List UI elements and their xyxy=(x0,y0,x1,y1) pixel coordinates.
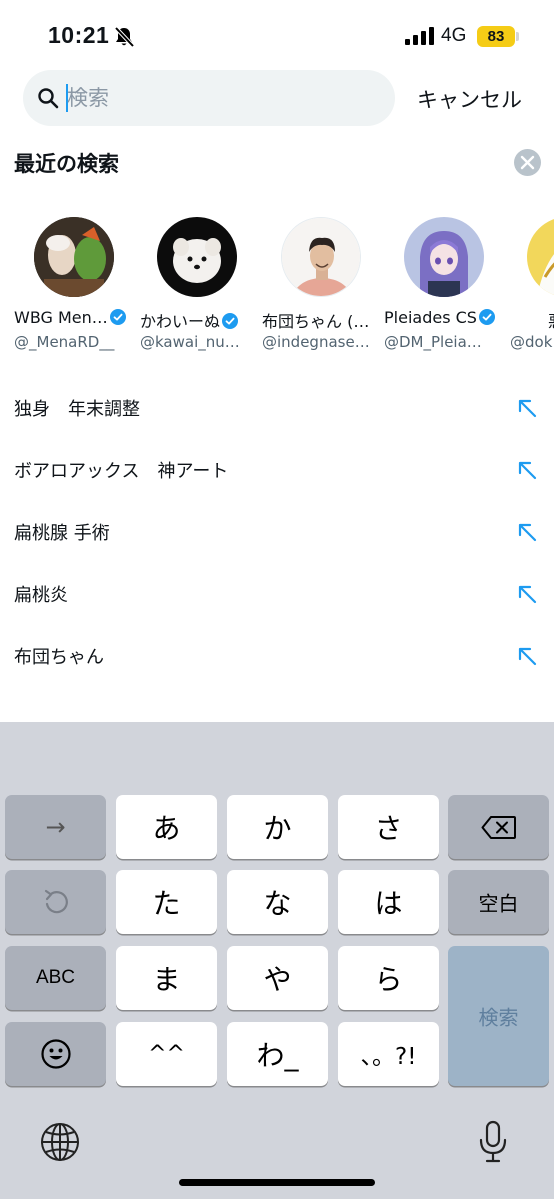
insert-query-arrow-icon[interactable] xyxy=(516,459,538,481)
recent-query-text: 布団ちゃん xyxy=(14,647,104,668)
cancel-button[interactable]: キャンセル xyxy=(417,84,522,114)
home-indicator xyxy=(179,1179,375,1186)
verified-badge-icon xyxy=(109,309,126,325)
key-a-row[interactable]: あ xyxy=(116,795,217,859)
close-icon xyxy=(520,155,535,170)
recent-account[interactable]: WBG Men… @_MenaRD__ xyxy=(14,212,132,362)
recent-account[interactable]: 悪 @dok xyxy=(510,212,554,362)
recent-query-text: 扁桃炎 xyxy=(14,585,68,606)
key-delete[interactable] xyxy=(448,795,549,859)
status-bar: 10:21 4G 83 xyxy=(0,0,554,70)
recent-query-row[interactable]: 扁桃炎 xyxy=(0,564,554,626)
search-input[interactable] xyxy=(67,78,367,118)
verified-badge-icon xyxy=(478,309,495,325)
emoji-icon xyxy=(41,1039,71,1069)
key-undo[interactable] xyxy=(5,870,106,934)
recent-account[interactable]: 布団ちゃん (… @indegnase… xyxy=(262,212,380,362)
key-next[interactable]: → xyxy=(5,795,106,859)
keyboard: → あ か さ た な は 空白 ABC ま や ら 検索 ^^ わ_ 、。?! xyxy=(0,722,554,1199)
recent-query-text: 扁桃腺 手術 xyxy=(14,523,110,544)
recent-query-row[interactable]: 扁桃腺 手術 xyxy=(0,502,554,564)
key-ha-row[interactable]: は xyxy=(338,870,439,934)
recent-searches-title: 最近の検索 xyxy=(14,152,119,176)
recent-account[interactable]: かわいーぬ @kawai_nu… xyxy=(140,212,258,362)
account-name: 布団ちゃん (… xyxy=(262,312,370,331)
avatar xyxy=(404,217,484,297)
recent-query-row[interactable]: ボアロアックス 神アート xyxy=(0,440,554,502)
insert-query-arrow-icon[interactable] xyxy=(516,397,538,419)
avatar xyxy=(34,217,114,297)
undo-icon xyxy=(44,889,68,914)
status-time: 10:21 xyxy=(48,22,110,48)
key-wa-row[interactable]: わ_ xyxy=(227,1022,328,1086)
account-name: WBG Men… xyxy=(14,308,126,327)
key-na-row[interactable]: な xyxy=(227,870,328,934)
avatar xyxy=(157,217,237,297)
clear-recent-button[interactable] xyxy=(514,149,541,176)
search-box[interactable] xyxy=(23,70,395,126)
recent-accounts-list: WBG Men… @_MenaRD__ かわいーぬ @kawai_nu… 布団ち… xyxy=(0,212,554,362)
account-handle: @DM_Pleia… xyxy=(384,333,482,351)
globe-icon[interactable] xyxy=(40,1122,80,1162)
recent-query-text: ボアロアックス 神アート xyxy=(14,461,229,482)
key-ra-row[interactable]: ら xyxy=(338,946,439,1010)
account-name: かわいーぬ xyxy=(140,308,239,332)
battery-indicator: 83 xyxy=(477,26,515,47)
insert-query-arrow-icon[interactable] xyxy=(516,645,538,667)
account-name: 悪 xyxy=(548,308,554,332)
network-type: 4G xyxy=(441,25,467,46)
verified-badge-icon xyxy=(222,313,239,329)
account-name: Pleiades CS xyxy=(384,308,495,327)
avatar xyxy=(281,217,361,297)
key-sa-row[interactable]: さ xyxy=(338,795,439,859)
key-abc[interactable]: ABC xyxy=(5,946,106,1010)
key-ma-row[interactable]: ま xyxy=(116,946,217,1010)
microphone-icon[interactable] xyxy=(478,1120,508,1164)
recent-account[interactable]: Pleiades CS @DM_Pleia… xyxy=(384,212,502,362)
cellular-signal-icon xyxy=(405,27,434,45)
key-ta-row[interactable]: た xyxy=(116,870,217,934)
insert-query-arrow-icon[interactable] xyxy=(516,521,538,543)
key-emoji[interactable] xyxy=(5,1022,106,1086)
account-handle: @indegnase… xyxy=(262,333,370,351)
key-punctuation[interactable]: 、。?! xyxy=(338,1022,439,1086)
key-search[interactable]: 検索 xyxy=(448,946,549,1086)
battery-tip xyxy=(516,32,519,41)
recent-query-row[interactable]: 布団ちゃん xyxy=(0,626,554,688)
key-kaomoji[interactable]: ^^ xyxy=(116,1022,217,1086)
key-space[interactable]: 空白 xyxy=(448,870,549,934)
recent-query-text: 独身 年末調整 xyxy=(14,399,140,420)
avatar xyxy=(527,217,554,297)
account-handle: @kawai_nu… xyxy=(140,333,240,351)
account-handle: @dok xyxy=(510,333,553,351)
key-ka-row[interactable]: か xyxy=(227,795,328,859)
search-icon xyxy=(38,88,59,109)
bell-muted-icon xyxy=(114,26,135,48)
recent-query-row[interactable]: 独身 年末調整 xyxy=(0,378,554,440)
account-handle: @_MenaRD__ xyxy=(14,333,115,351)
delete-icon xyxy=(481,816,516,839)
key-ya-row[interactable]: や xyxy=(227,946,328,1010)
insert-query-arrow-icon[interactable] xyxy=(516,583,538,605)
